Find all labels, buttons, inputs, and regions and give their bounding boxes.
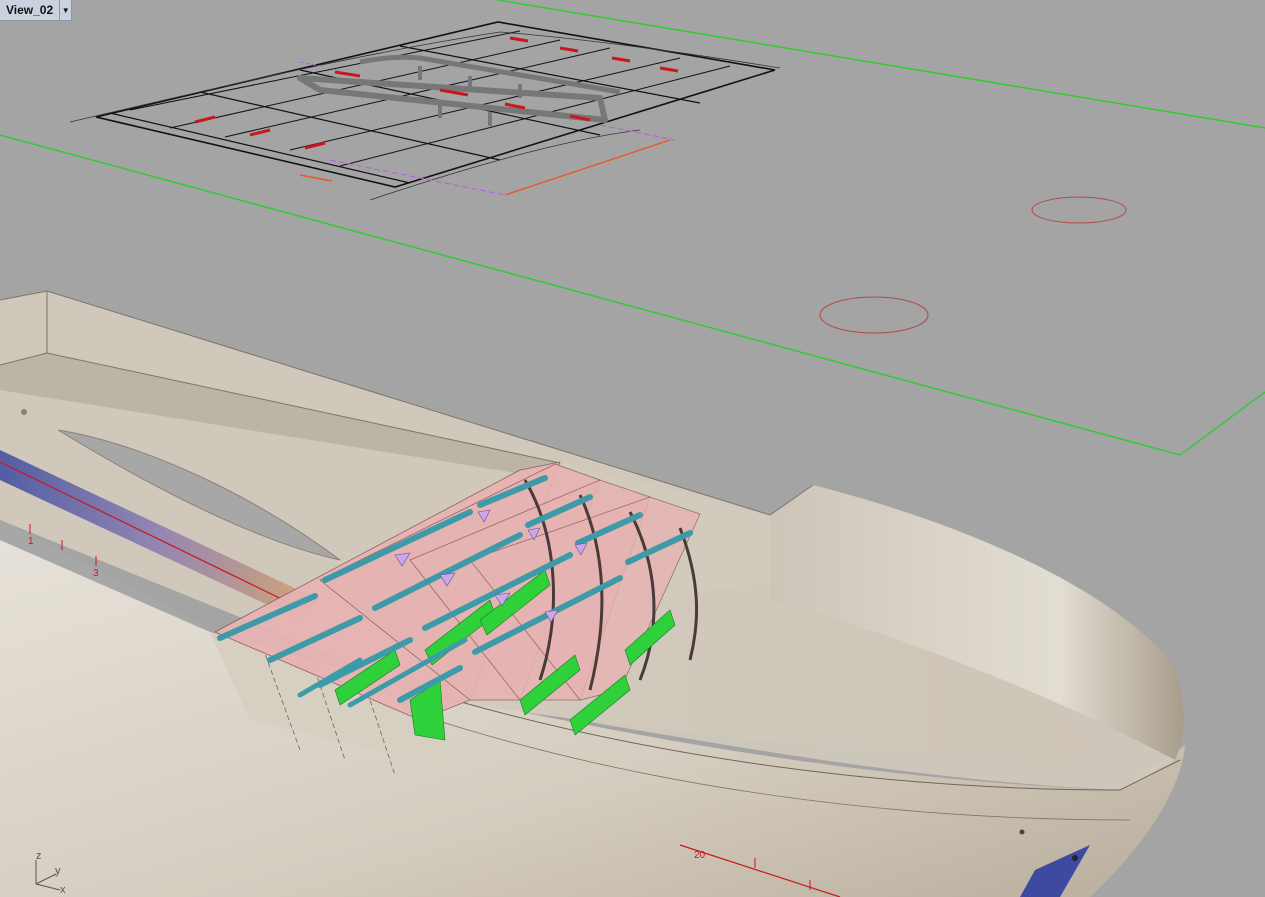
3d-viewport[interactable]: View_02 ▼ 1 3 20 z y x <box>0 0 1265 897</box>
viewport-tab[interactable]: View_02 ▼ <box>0 0 73 21</box>
dimension-line <box>299 139 671 196</box>
model-scene[interactable]: 1 3 20 z y x <box>0 0 1265 897</box>
axis-label-x: x <box>60 884 66 896</box>
ground-marker-circle <box>819 296 929 334</box>
axis-label-y: y <box>55 865 61 877</box>
frame-number-label: 20 <box>694 850 706 861</box>
frame-number-label: 1 <box>28 536 34 547</box>
viewport-menu-arrow-icon[interactable]: ▼ <box>59 0 71 20</box>
viewport-title: View_02 <box>6 3 54 17</box>
ground-marker-circle <box>1031 196 1127 224</box>
axis-label-z: z <box>36 850 42 862</box>
frame-number-label: 3 <box>93 568 99 579</box>
plan-layout-drawing <box>69 21 781 201</box>
